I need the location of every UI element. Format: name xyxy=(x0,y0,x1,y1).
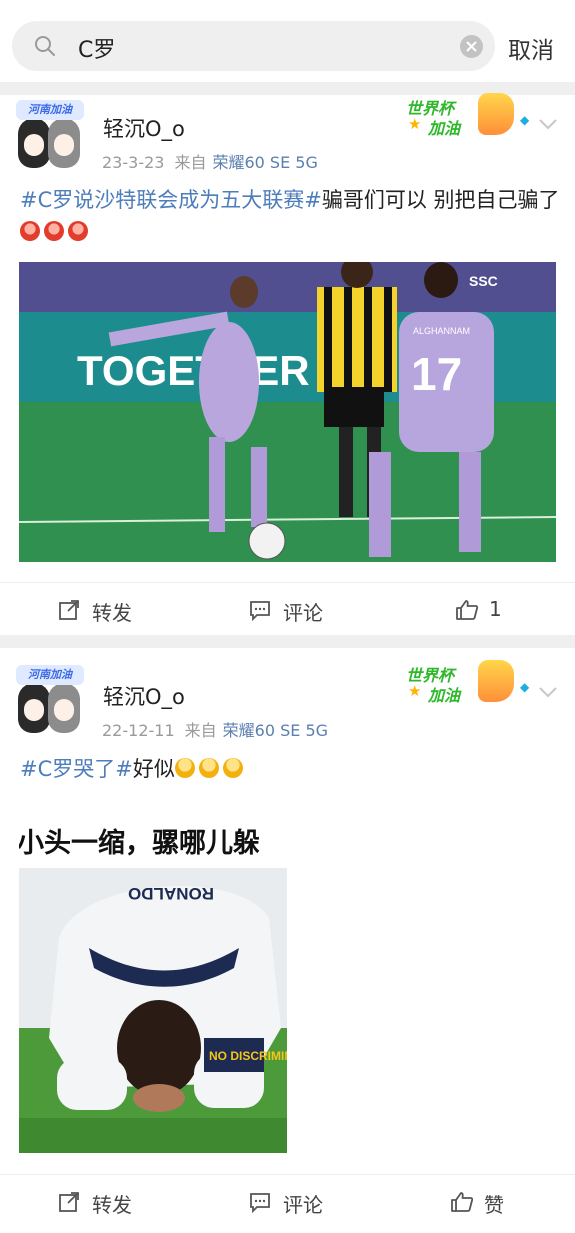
post-image[interactable]: 小头一缩，骡哪儿躲 RONALDO NO DISCRIMINATION xyxy=(19,798,287,1153)
comment-label: 评论 xyxy=(283,1193,323,1217)
post-actions: 转发 评论 赞 xyxy=(0,1174,575,1230)
post-date: 22-12-11 xyxy=(102,721,175,740)
avatar-face-right xyxy=(48,118,80,168)
laughing-emoji-icon xyxy=(44,221,64,241)
thumbs-up-icon xyxy=(456,600,479,620)
top-bar: C罗 取消 xyxy=(0,0,575,82)
flame-icon xyxy=(478,93,514,135)
post-text: #C罗说沙特联会成为五大联赛#骗哥们可以 别把自己骗了 xyxy=(20,184,560,248)
diamond-icon: ◆ xyxy=(520,680,530,694)
post-actions: 转发 评论 1 xyxy=(0,582,575,638)
player-number: 17 xyxy=(411,348,462,400)
world-cup-badge[interactable]: 世界杯 ★ 加油 ◆ xyxy=(404,660,529,706)
avatar-banner: 河南加油 xyxy=(16,665,84,685)
banner-text: TOGETHER xyxy=(77,347,310,394)
separator xyxy=(0,635,575,648)
search-input[interactable]: C罗 xyxy=(78,32,115,64)
badge-line2: 加油 xyxy=(428,119,461,138)
from-prefix: 来自 xyxy=(174,153,207,172)
badge-line2: 加油 xyxy=(428,686,461,705)
clear-icon[interactable] xyxy=(460,35,483,58)
repost-label: 转发 xyxy=(92,601,132,625)
like-count: 1 xyxy=(489,597,502,621)
post-image[interactable]: TOGETHER SSC 17 ALGHANNAM xyxy=(19,262,556,562)
topic-link[interactable]: #C罗哭了# xyxy=(20,757,133,781)
post-meta: 23-3-23 来自 荣耀60 SE 5G xyxy=(102,149,318,173)
covering-face-emoji-icon xyxy=(174,758,195,778)
search-icon xyxy=(35,36,55,56)
avatar-banner: 河南加油 xyxy=(16,100,84,120)
topic-link[interactable]: #C罗说沙特联会成为五大联赛# xyxy=(20,188,322,212)
username[interactable]: 轻沉O_o xyxy=(103,681,185,711)
avatar-face-left xyxy=(18,683,50,733)
armband-text: NO DISCRIMINATION xyxy=(209,1049,287,1063)
comment-label: 评论 xyxy=(283,601,323,625)
post-source[interactable]: 荣耀60 SE 5G xyxy=(223,721,328,740)
repost-label: 转发 xyxy=(92,1193,132,1217)
covering-face-emoji-icon xyxy=(222,758,243,778)
jersey-name: RONALDO xyxy=(128,884,214,903)
post-body: 好似 xyxy=(132,757,175,781)
image-caption: 小头一缩，骡哪儿躲 xyxy=(19,827,260,859)
star-icon: ★ xyxy=(408,682,422,700)
chevron-down-icon[interactable] xyxy=(538,686,558,698)
post-source[interactable]: 荣耀60 SE 5G xyxy=(212,153,317,172)
chevron-down-icon[interactable] xyxy=(538,118,558,130)
post-text: #C罗哭了#好似 xyxy=(20,753,560,785)
like-label: 赞 xyxy=(484,1193,504,1217)
cancel-button[interactable]: 取消 xyxy=(508,31,554,65)
repost-icon xyxy=(59,600,79,620)
covering-face-emoji-icon xyxy=(198,758,219,778)
comment-icon xyxy=(250,1193,270,1213)
thumbs-up-icon xyxy=(451,1192,474,1212)
diamond-icon: ◆ xyxy=(520,113,530,127)
repost-icon xyxy=(59,1192,79,1212)
post-date: 23-3-23 xyxy=(102,153,165,172)
username[interactable]: 轻沉O_o xyxy=(103,113,185,143)
post-body: 骗哥们可以 别把自己骗了 xyxy=(321,188,560,212)
from-prefix: 来自 xyxy=(184,721,217,740)
broadcaster-logo: SSC xyxy=(469,273,498,289)
flame-icon xyxy=(478,660,514,702)
player-name: ALGHANNAM xyxy=(413,326,470,336)
avatar-face-right xyxy=(48,683,80,733)
laughing-emoji-icon xyxy=(68,221,88,241)
comment-icon xyxy=(250,601,270,621)
world-cup-badge[interactable]: 世界杯 ★ 加油 ◆ xyxy=(404,93,529,139)
search-box[interactable]: C罗 xyxy=(12,21,495,71)
post-meta: 22-12-11 来自 荣耀60 SE 5G xyxy=(102,717,328,741)
avatar[interactable]: 河南加油 xyxy=(16,100,84,168)
avatar-face-left xyxy=(18,118,50,168)
star-icon: ★ xyxy=(408,115,422,133)
laughing-emoji-icon xyxy=(20,221,40,241)
avatar[interactable]: 河南加油 xyxy=(16,665,84,733)
